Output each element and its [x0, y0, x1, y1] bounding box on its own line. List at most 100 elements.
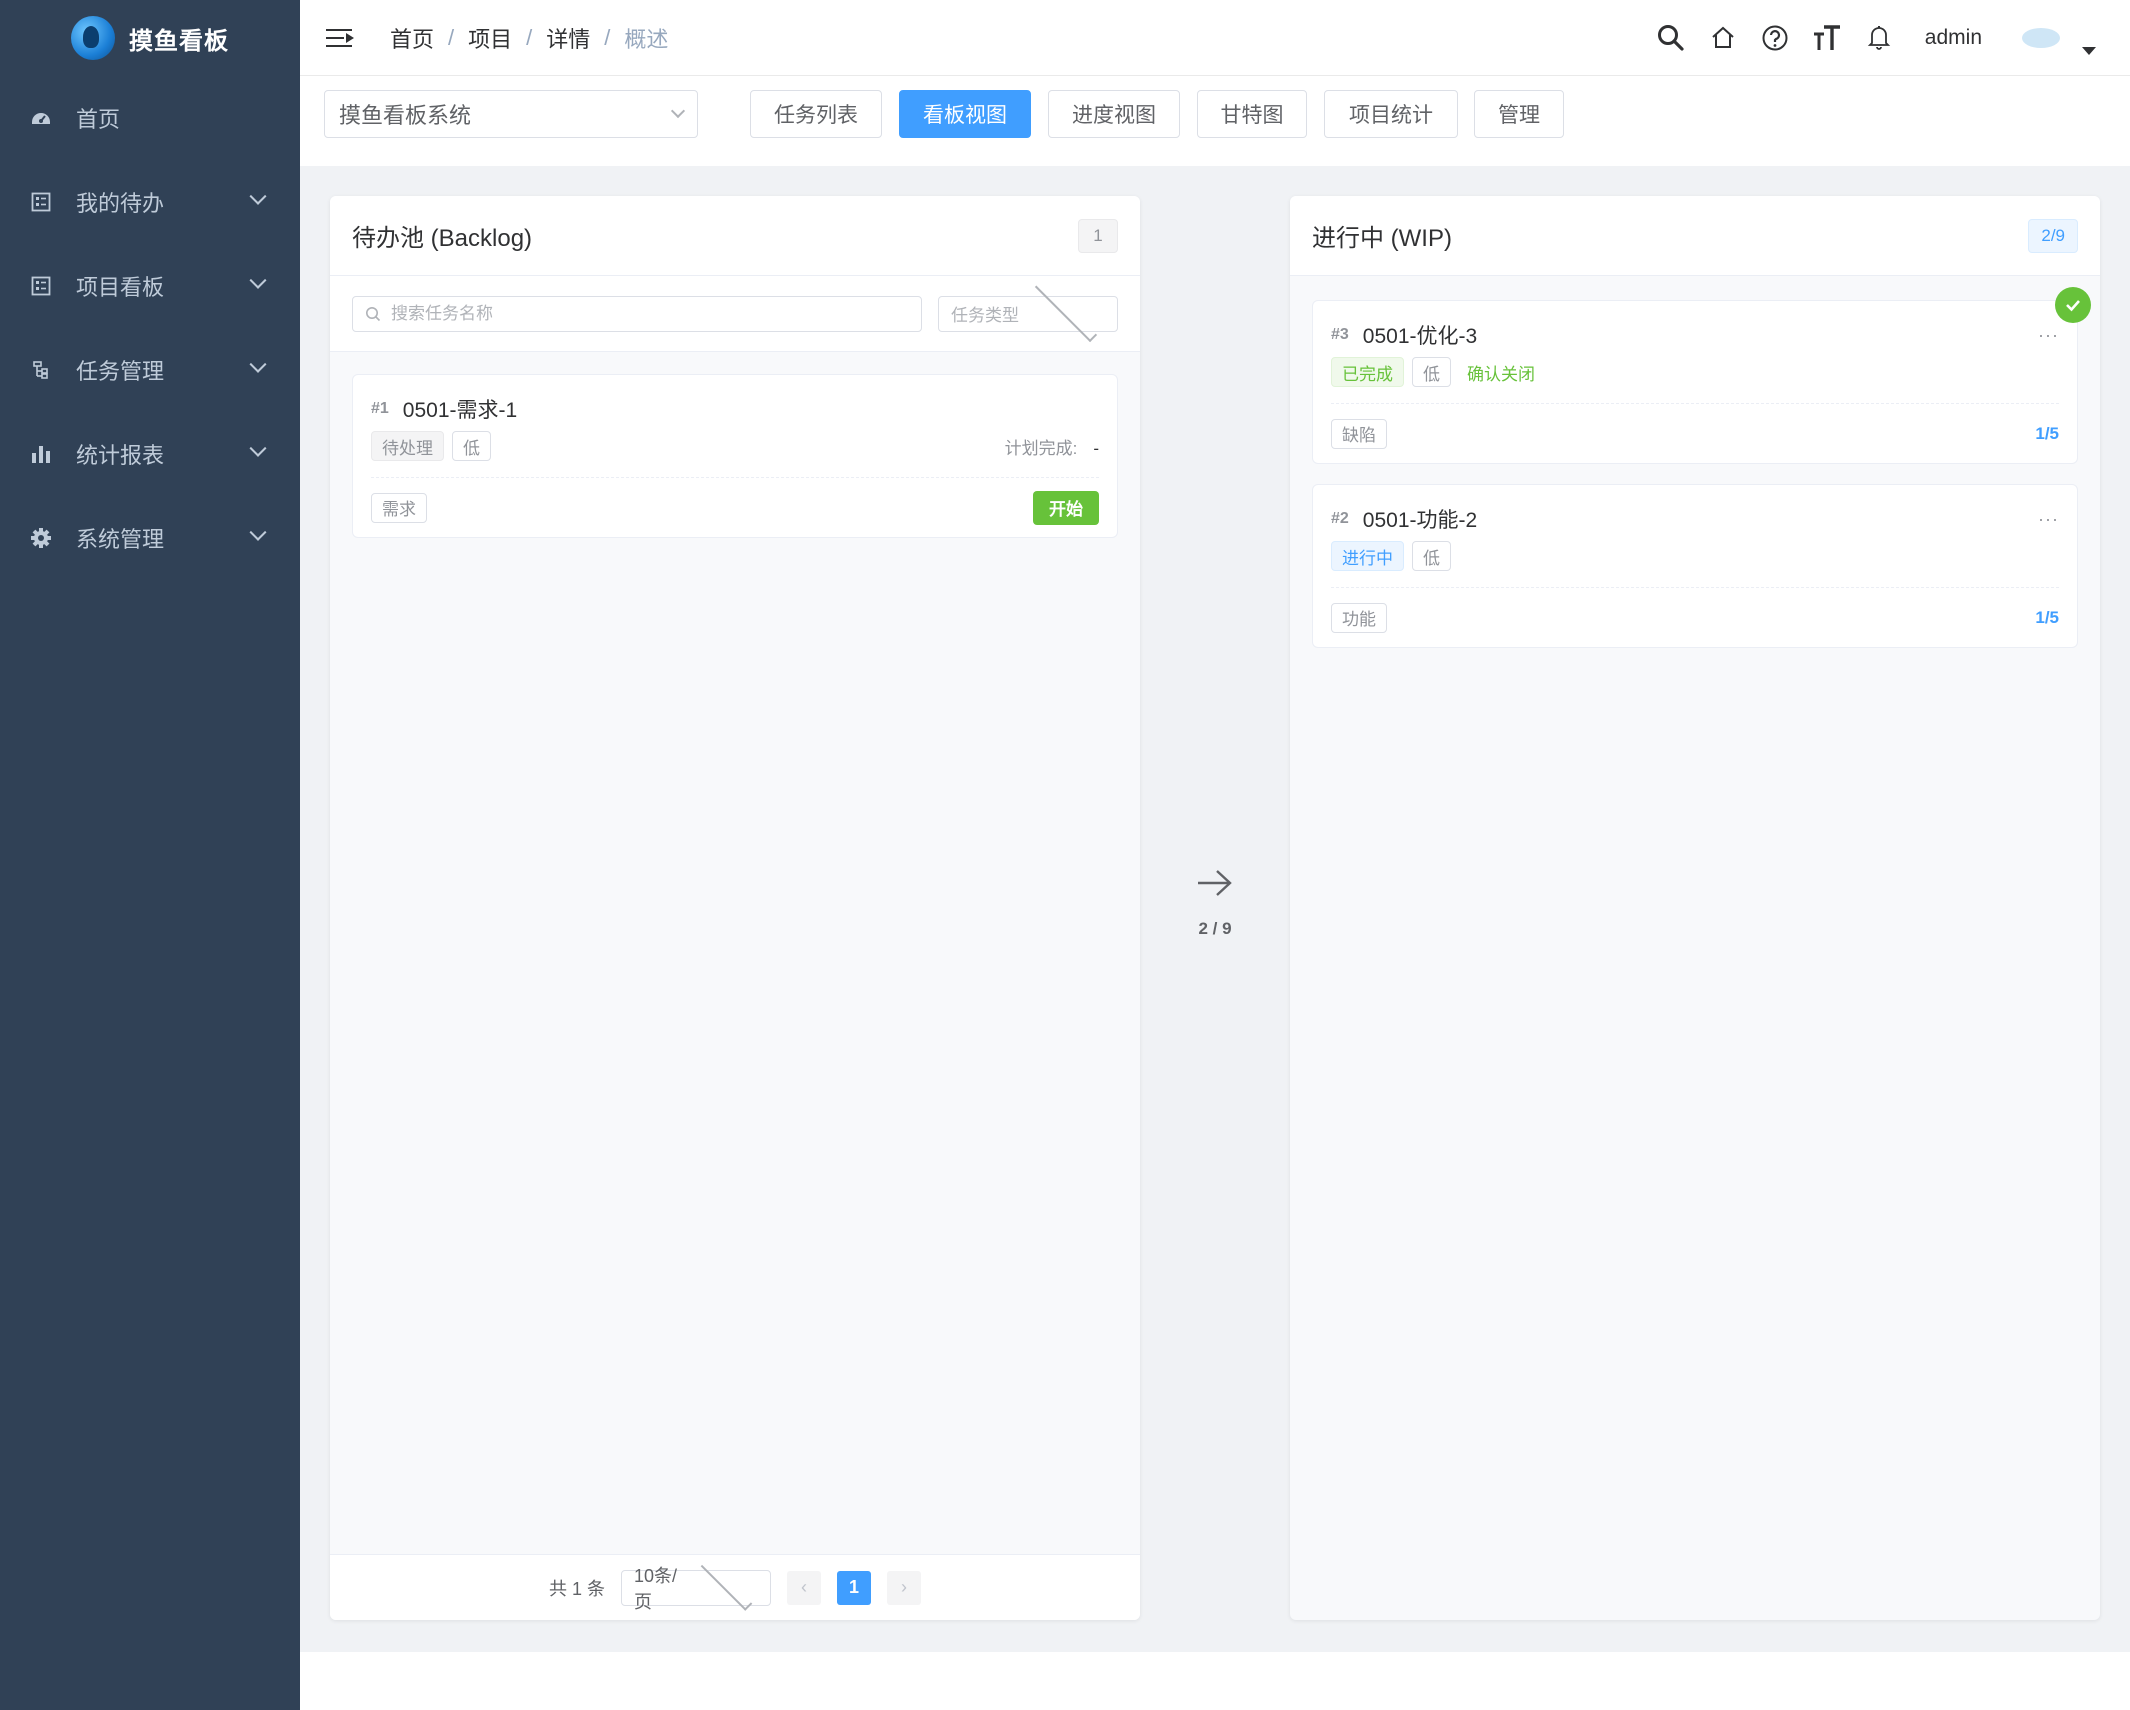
page-number[interactable]: 1 — [837, 1570, 871, 1605]
task-card[interactable]: #1 0501-需求-1 待处理 低 计划完成: - 需求 开始 — [352, 374, 1118, 538]
column-header: 进行中 (WIP) 2/9 — [1290, 196, 2100, 276]
page-size-select[interactable]: 10条/页 — [621, 1558, 771, 1612]
chevron-down-icon — [670, 103, 686, 119]
tab-gantt[interactable]: 甘特图 — [1197, 90, 1307, 138]
sidebar: 摸鱼看板 首页 我的待办 项目看板 任务管理 统计报表 系统管理 — [0, 0, 300, 1710]
filter-bar: 任务类型 — [330, 276, 1140, 352]
flow-indicator: 2 / 9 — [1180, 866, 1250, 939]
confirm-close-link[interactable]: 确认关闭 — [1467, 360, 1535, 385]
sidebar-item-label: 任务管理 — [76, 359, 165, 384]
sidebar-item-label: 项目看板 — [76, 275, 165, 300]
more-icon[interactable]: ··· — [2038, 509, 2059, 530]
sidebar-item-project-board[interactable]: 项目看板 — [0, 244, 300, 328]
chevron-down-icon — [249, 439, 267, 457]
project-select-value: 摸鱼看板系统 — [339, 103, 472, 128]
more-icon[interactable]: ··· — [2038, 325, 2059, 346]
avatar[interactable] — [2022, 28, 2060, 48]
footer-space — [300, 1652, 2130, 1710]
username[interactable]: admin — [1925, 26, 1982, 50]
search-icon — [366, 306, 381, 321]
task-type-badge: 功能 — [1331, 602, 1387, 633]
subtask-progress: 1/5 — [2035, 607, 2059, 627]
bell-icon[interactable] — [1857, 0, 1901, 76]
next-page-button[interactable]: › — [887, 1570, 921, 1605]
sidebar-item-my-todo[interactable]: 我的待办 — [0, 160, 300, 244]
arrow-right-icon — [1198, 870, 1232, 896]
sidebar-item-label: 系统管理 — [76, 527, 165, 552]
task-type-badge: 缺陷 — [1331, 418, 1387, 449]
project-toolbar: 摸鱼看板系统 任务列表 看板视图 进度视图 甘特图 项目统计 管理 — [300, 76, 2130, 166]
count-badge: 2/9 — [2028, 218, 2078, 253]
chevron-down-icon — [700, 1558, 753, 1611]
list-icon — [30, 191, 52, 213]
tab-manage[interactable]: 管理 — [1474, 90, 1564, 138]
search-icon[interactable] — [1649, 0, 1693, 76]
top-navbar: 首页 / 项目 / 详情 / 概述 admin — [300, 0, 2130, 76]
column-header: 待办池 (Backlog) 1 — [330, 196, 1140, 276]
bar-chart-icon — [30, 443, 52, 465]
sidebar-item-task-management[interactable]: 任务管理 — [0, 328, 300, 412]
font-size-icon[interactable] — [1805, 0, 1849, 76]
task-type-placeholder: 任务类型 — [951, 306, 1019, 325]
help-icon[interactable] — [1753, 0, 1797, 76]
logo-text: 摸鱼看板 — [129, 27, 229, 55]
breadcrumb-separator: / — [604, 24, 611, 50]
chevron-down-icon — [249, 523, 267, 541]
task-card[interactable]: #3 0501-优化-3 ··· 已完成 低 确认关闭 缺陷 1/5 — [1312, 287, 2091, 464]
chevron-down-icon — [249, 271, 267, 289]
sidebar-item-system-management[interactable]: 系统管理 — [0, 496, 300, 580]
header-actions: admin — [1649, 0, 2130, 76]
breadcrumb-home[interactable]: 首页 — [390, 22, 434, 54]
page-size-value: 10条/页 — [634, 1565, 678, 1612]
logo[interactable]: 摸鱼看板 — [0, 0, 300, 76]
project-select[interactable]: 摸鱼看板系统 — [324, 90, 698, 138]
priority-badge: 低 — [1412, 541, 1451, 571]
home-icon[interactable] — [1701, 0, 1745, 76]
caret-down-icon[interactable] — [2082, 47, 2096, 55]
sidebar-item-home[interactable]: 首页 — [0, 76, 300, 160]
tab-kanban-view[interactable]: 看板视图 — [899, 90, 1031, 138]
task-name[interactable]: 0501-需求-1 — [403, 394, 1099, 424]
status-badge: 进行中 — [1331, 541, 1404, 571]
priority-badge: 低 — [452, 431, 491, 461]
plan-finish: 计划完成: - — [1005, 434, 1099, 459]
priority-badge: 低 — [1412, 357, 1451, 387]
breadcrumb-project[interactable]: 项目 — [468, 22, 512, 54]
pagination: 共 1 条 10条/页 ‹ 1 › — [330, 1554, 1140, 1620]
tab-task-list[interactable]: 任务列表 — [750, 90, 882, 138]
pagination-total: 共 1 条 — [548, 1578, 605, 1599]
wip-column: 进行中 (WIP) 2/9 #3 0501-优化-3 ··· 已完成 低 确认关… — [1290, 196, 2100, 1620]
sidebar-item-label: 我的待办 — [76, 191, 165, 216]
search-field[interactable] — [352, 295, 922, 332]
sidebar-item-statistics[interactable]: 统计报表 — [0, 412, 300, 496]
search-input[interactable] — [391, 303, 909, 324]
task-name[interactable]: 0501-功能-2 — [1363, 504, 2038, 534]
hamburger-icon[interactable] — [326, 27, 354, 49]
plan-finish-value: - — [1093, 438, 1099, 458]
sidebar-item-label: 首页 — [76, 107, 121, 132]
backlog-column: 待办池 (Backlog) 1 任务类型 #1 0501-需求-1 待处理 低 … — [330, 196, 1140, 1620]
task-type-select[interactable]: 任务类型 — [938, 279, 1118, 342]
check-icon — [2055, 287, 2091, 323]
plan-finish-label: 计划完成: — [1004, 438, 1078, 458]
status-badge: 已完成 — [1331, 357, 1404, 387]
breadcrumb-overview: 概述 — [624, 26, 669, 52]
task-card[interactable]: #2 0501-功能-2 ··· 进行中 低 功能 1/5 — [1312, 484, 2078, 648]
task-id: #3 — [1331, 326, 1349, 343]
task-name[interactable]: 0501-优化-3 — [1363, 320, 2038, 350]
breadcrumb-separator: / — [448, 24, 455, 50]
gear-icon — [30, 527, 52, 549]
dashboard-icon — [30, 107, 52, 129]
prev-page-button[interactable]: ‹ — [787, 1570, 821, 1605]
column-title: 待办池 (Backlog) — [352, 225, 533, 252]
start-button[interactable]: 开始 — [1033, 490, 1099, 525]
breadcrumb-detail[interactable]: 详情 — [546, 22, 590, 54]
flow-count: 2 / 9 — [1198, 919, 1232, 938]
tab-progress-view[interactable]: 进度视图 — [1048, 90, 1180, 138]
breadcrumb: 首页 / 项目 / 详情 / 概述 — [390, 22, 668, 54]
list-icon — [30, 275, 52, 297]
tab-project-stats[interactable]: 项目统计 — [1324, 90, 1458, 138]
count-badge: 1 — [1078, 218, 1118, 253]
tree-icon — [30, 359, 52, 381]
chevron-down-icon — [249, 187, 267, 205]
